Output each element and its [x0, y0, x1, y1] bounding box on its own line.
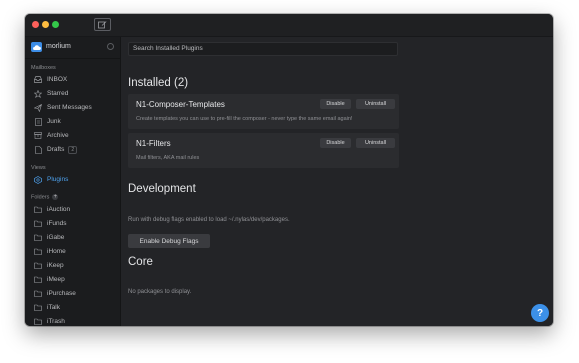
account-settings-icon[interactable] — [107, 43, 114, 50]
sidebar-item-folder[interactable]: iHome — [25, 245, 120, 258]
sidebar-item-sent-messages[interactable]: Sent Messages — [25, 101, 120, 114]
development-heading: Development — [128, 183, 196, 195]
uninstall-button[interactable]: Uninstall — [356, 138, 395, 148]
send-icon — [34, 103, 42, 112]
sidebar-item-starred[interactable]: Starred — [25, 87, 120, 100]
sidebar-item-inbox[interactable]: INBOX — [25, 73, 120, 86]
sidebar-item-folder[interactable]: iAuction — [25, 203, 120, 216]
sidebar-item-label: iPurchase — [47, 290, 76, 297]
compose-icon — [98, 20, 107, 28]
drafts-count-badge: 2 — [68, 145, 78, 154]
disable-button[interactable]: Disable — [320, 99, 351, 109]
title-bar — [25, 14, 553, 37]
sidebar-item-folder[interactable]: iKeep — [25, 259, 120, 272]
plugin-description: Create templates you can use to pre-fill… — [136, 116, 353, 122]
archive-icon — [34, 132, 42, 140]
minimize-window-button[interactable] — [42, 21, 49, 28]
sidebar-item-folder[interactable]: iGabe — [25, 231, 120, 244]
search-input[interactable]: Search Installed Plugins — [128, 42, 398, 56]
sidebar-item-folder[interactable]: iFunds — [25, 217, 120, 230]
sidebar-item-label: Plugins — [47, 176, 69, 183]
sidebar-item-junk[interactable]: Junk — [25, 115, 120, 128]
sidebar-item-label: Sent Messages — [47, 104, 92, 111]
folder-icon — [34, 220, 42, 228]
sidebar-item-label: Starred — [47, 90, 69, 97]
sidebar-item-archive[interactable]: Archive — [25, 129, 120, 142]
plugin-card: N1-Composer-Templates Disable Uninstall … — [128, 94, 399, 129]
sidebar-item-plugins[interactable]: Plugins — [25, 173, 120, 186]
sidebar-item-label: Junk — [47, 118, 61, 125]
sidebar-item-label: iTrash — [47, 318, 65, 325]
sidebar: morlium Mailboxes INBOX Starred Sent Mes… — [25, 37, 121, 326]
core-note: No packages to display. — [128, 289, 192, 295]
disable-button[interactable]: Disable — [320, 138, 351, 148]
account-switcher[interactable]: morlium — [25, 37, 120, 59]
compose-button[interactable] — [94, 18, 111, 31]
inbox-icon — [34, 76, 42, 84]
core-heading: Core — [128, 256, 153, 268]
help-button[interactable]: ? — [531, 304, 549, 322]
account-name: morlium — [46, 43, 71, 50]
folder-icon — [34, 262, 42, 270]
cloud-icon — [31, 42, 42, 52]
installed-heading: Installed (2) — [128, 77, 189, 89]
app-window: morlium Mailboxes INBOX Starred Sent Mes… — [25, 14, 553, 326]
drafts-icon — [34, 145, 42, 154]
sidebar-item-label: iMeep — [47, 276, 65, 283]
maximize-window-button[interactable] — [52, 21, 59, 28]
plugin-title: N1-Composer-Templates — [136, 100, 225, 109]
sidebar-item-label: Archive — [47, 132, 69, 139]
plugins-icon — [34, 175, 42, 184]
star-icon — [34, 89, 42, 98]
sidebar-item-label: INBOX — [47, 76, 68, 83]
sidebar-item-folder[interactable]: iTalk — [25, 301, 120, 314]
sidebar-item-label: iFunds — [47, 220, 67, 227]
folder-icon — [34, 276, 42, 284]
close-window-button[interactable] — [32, 21, 39, 28]
add-folder-button[interactable]: + — [52, 194, 59, 200]
folder-icon — [34, 234, 42, 242]
sidebar-item-label: iTalk — [47, 304, 61, 311]
folders-label: Folders — [31, 194, 50, 201]
sidebar-item-label: iHome — [47, 248, 66, 255]
sidebar-item-label: iGabe — [47, 234, 65, 241]
junk-icon — [34, 117, 42, 126]
sidebar-item-folder[interactable]: iTrash — [25, 315, 120, 326]
sidebar-item-label: iAuction — [47, 206, 71, 213]
plugins-panel: Search Installed Plugins Installed (2) N… — [121, 37, 553, 326]
enable-debug-flags-button[interactable]: Enable Debug Flags — [128, 234, 210, 248]
folder-icon — [34, 318, 42, 326]
sidebar-item-folder[interactable]: iMeep — [25, 273, 120, 286]
folder-icon — [34, 206, 42, 214]
plugin-title: N1-Filters — [136, 139, 171, 148]
views-heading: Views — [31, 165, 46, 171]
folder-icon — [34, 248, 42, 256]
folders-heading: Folders + — [31, 194, 59, 201]
sidebar-item-folder[interactable]: iPurchase — [25, 287, 120, 300]
development-note: Run with debug flags enabled to load ~/.… — [128, 217, 290, 223]
plugin-description: Mail filters, AKA mail rules — [136, 155, 200, 161]
plugin-card: N1-Filters Disable Uninstall Mail filter… — [128, 133, 399, 168]
sidebar-item-label: iKeep — [47, 262, 64, 269]
folder-icon — [34, 304, 42, 312]
mailboxes-heading: Mailboxes — [31, 65, 56, 71]
sidebar-item-drafts[interactable]: Drafts 2 — [25, 143, 120, 156]
uninstall-button[interactable]: Uninstall — [356, 99, 395, 109]
sidebar-item-label: Drafts — [47, 146, 65, 153]
folder-icon — [34, 290, 42, 298]
